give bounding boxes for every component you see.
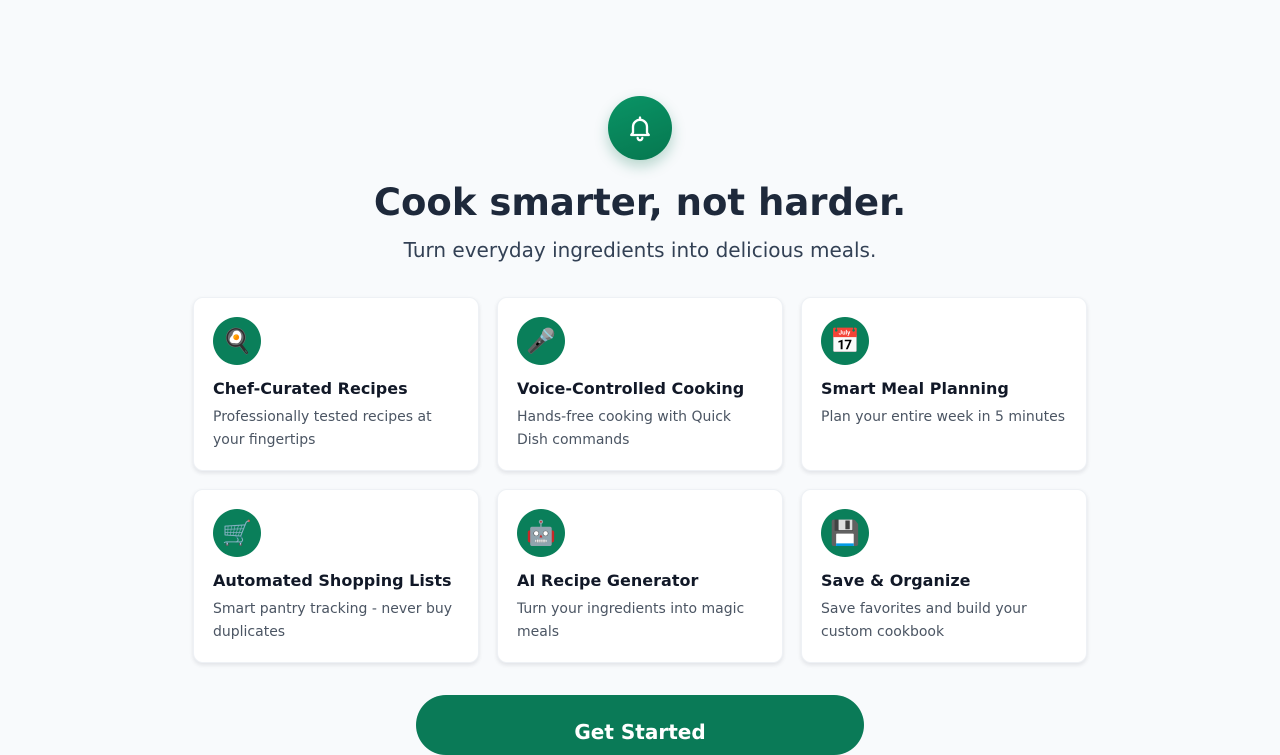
feature-card-save-organize: 💾 Save & Organize Save favorites and bui… [801, 489, 1087, 663]
feature-card-ai-recipe-generator: 🤖 AI Recipe Generator Turn your ingredie… [497, 489, 783, 663]
feature-title: Voice-Controlled Cooking [517, 379, 745, 398]
feature-title: Save & Organize [821, 571, 971, 590]
page-subtitle: Turn everyday ingredients into delicious… [403, 238, 877, 262]
feature-title: Chef-Curated Recipes [213, 379, 408, 398]
calendar-icon: 📅 [821, 317, 869, 365]
page-title: Cook smarter, not harder. [373, 181, 907, 224]
floppy-disk-icon: 💾 [821, 509, 869, 557]
feature-description: Save favorites and build your custom coo… [821, 601, 1027, 640]
hero-bell-badge [608, 96, 672, 160]
feature-description: Professionally tested recipes at your fi… [213, 409, 432, 448]
feature-title: Automated Shopping Lists [213, 571, 452, 590]
feature-description: Hands-free cooking with Quick Dish comma… [517, 409, 732, 448]
feature-card-smart-meal-planning: 📅 Smart Meal Planning Plan your entire w… [801, 297, 1087, 471]
feature-card-voice-controlled-cooking: 🎤 Voice-Controlled Cooking Hands-free co… [497, 297, 783, 471]
feature-card-automated-shopping-lists: 🛒 Automated Shopping Lists Smart pantry … [193, 489, 479, 663]
feature-title: AI Recipe Generator [517, 571, 699, 590]
robot-icon: 🤖 [517, 509, 565, 557]
microphone-icon: 🎤 [517, 317, 565, 365]
bell-icon [630, 116, 650, 142]
feature-card-chef-curated-recipes: 🍳 Chef-Curated Recipes Professionally te… [193, 297, 479, 471]
shopping-cart-icon: 🛒 [213, 509, 261, 557]
frying-pan-icon: 🍳 [213, 317, 261, 365]
feature-description: Plan your entire week in 5 minutes [821, 409, 1066, 425]
feature-description: Smart pantry tracking - never buy duplic… [213, 601, 452, 640]
feature-title: Smart Meal Planning [821, 379, 1009, 398]
get-started-button[interactable]: Get Started [416, 695, 864, 755]
feature-description: Turn your ingredients into magic meals [517, 601, 745, 640]
feature-grid: 🍳 Chef-Curated Recipes Professionally te… [193, 297, 1087, 663]
